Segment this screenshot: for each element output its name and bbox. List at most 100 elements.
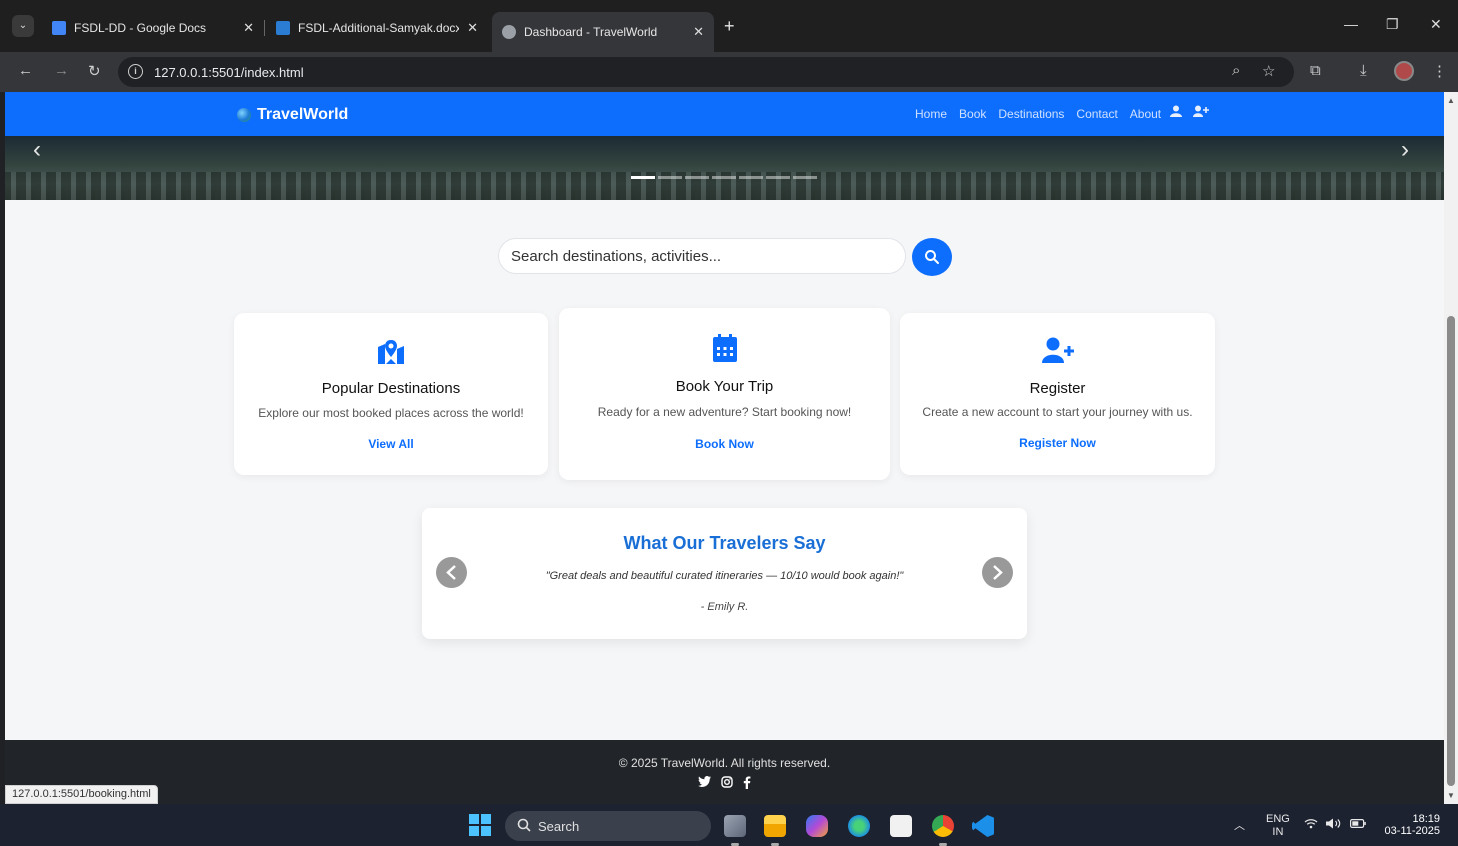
tray-overflow-chevron-icon[interactable]: ︿: [1234, 817, 1245, 833]
microsoft-store-icon[interactable]: [890, 815, 912, 837]
system-clock[interactable]: 18:19 03-11-2025: [1380, 813, 1440, 837]
volume-icon[interactable]: [1326, 818, 1342, 832]
globe-icon: [502, 25, 516, 39]
file-explorer-icon[interactable]: [764, 815, 786, 846]
carousel-indicator[interactable]: [712, 176, 736, 179]
battery-icon[interactable]: [1350, 819, 1366, 831]
bookmark-star-icon[interactable]: ☆: [1262, 62, 1275, 80]
carousel-indicator[interactable]: [739, 176, 763, 179]
search-input[interactable]: [498, 238, 906, 274]
forward-arrow-icon[interactable]: →: [54, 62, 69, 79]
page-scrollbar[interactable]: ▲ ▼: [1444, 92, 1458, 804]
new-tab-button[interactable]: +: [724, 16, 735, 37]
browser-tab-bar: ⌄ FSDL-DD - Google Docs ✕ FSDL-Additiona…: [0, 0, 1458, 52]
tab-label: Dashboard - TravelWorld: [524, 25, 658, 39]
menu-kebab-icon[interactable]: ⋮: [1432, 62, 1447, 80]
extensions-icon[interactable]: ⧉: [1310, 62, 1321, 79]
close-icon[interactable]: ✕: [243, 20, 254, 36]
window-close-icon[interactable]: ✕: [1430, 16, 1442, 33]
card-title: Register: [1029, 380, 1086, 397]
tab-search-button[interactable]: ⌄: [12, 15, 34, 37]
card-popular-destinations: Popular Destinations Explore our most bo…: [234, 313, 548, 475]
tab-label: FSDL-Additional-Samyak.docx: [298, 21, 460, 35]
scroll-up-arrow-icon[interactable]: ▲: [1447, 96, 1455, 105]
download-icon[interactable]: ⤓: [1360, 62, 1367, 79]
status-bar-url: 127.0.0.1:5501/booking.html: [5, 785, 158, 804]
instagram-icon[interactable]: [721, 776, 733, 792]
task-view-icon[interactable]: [724, 815, 746, 846]
facebook-icon[interactable]: [743, 776, 751, 792]
carousel-next-icon[interactable]: ›: [1401, 136, 1409, 164]
nav-contact[interactable]: Contact: [1076, 107, 1117, 121]
carousel-indicator[interactable]: [766, 176, 790, 179]
reload-icon[interactable]: ↻: [88, 62, 101, 80]
nav-home[interactable]: Home: [915, 107, 947, 121]
zoom-icon[interactable]: ⌕: [1232, 62, 1240, 79]
carousel-indicators: [631, 176, 817, 179]
carousel-indicator[interactable]: [685, 176, 709, 179]
site-info-icon[interactable]: i: [128, 64, 143, 79]
nav-destinations[interactable]: Destinations: [998, 107, 1064, 121]
user-plus-icon[interactable]: [1193, 105, 1209, 120]
edge-icon[interactable]: [848, 815, 870, 837]
card-book-your-trip: Book Your Trip Ready for a new adventure…: [559, 308, 890, 480]
taskbar-search[interactable]: Search: [505, 811, 711, 841]
tab-word-doc[interactable]: FSDL-Additional-Samyak.docx ✕: [266, 12, 488, 44]
close-icon[interactable]: ✕: [467, 20, 478, 36]
chevron-right-icon: [993, 565, 1003, 580]
nav-links: Home Book Destinations Contact About: [915, 107, 1161, 121]
site-navbar: TravelWorld Home Book Destinations Conta…: [5, 92, 1444, 136]
card-title: Book Your Trip: [675, 378, 774, 395]
brand-logo[interactable]: TravelWorld: [237, 106, 348, 124]
url-text[interactable]: 127.0.0.1:5501/index.html: [154, 65, 304, 80]
language-indicator[interactable]: ENG IN: [1266, 813, 1290, 839]
card-register: Register Create a new account to start y…: [900, 313, 1215, 475]
search-button[interactable]: [912, 238, 952, 276]
card-text: Ready for a new adventure? Start booking…: [597, 405, 852, 419]
back-arrow-icon[interactable]: ←: [18, 62, 33, 79]
user-icon[interactable]: [1170, 105, 1182, 120]
nav-book[interactable]: Book: [959, 107, 986, 121]
carousel-indicator[interactable]: [631, 176, 655, 179]
testimonial-quote: "Great deals and beautiful curated itine…: [545, 570, 904, 582]
clock-date: 03-11-2025: [1384, 825, 1440, 837]
minimize-icon[interactable]: —: [1344, 16, 1358, 32]
close-icon[interactable]: ✕: [693, 24, 704, 40]
tab-label: FSDL-DD - Google Docs: [74, 21, 207, 35]
carousel-indicator[interactable]: [658, 176, 682, 179]
nav-about[interactable]: About: [1130, 107, 1161, 121]
book-now-link[interactable]: Book Now: [559, 437, 890, 451]
language-region: IN: [1272, 826, 1284, 838]
search-icon: [925, 250, 939, 264]
language-code: ENG: [1266, 813, 1290, 825]
clock-time: 18:19: [1412, 813, 1440, 825]
card-text: Explore our most booked places across th…: [258, 406, 524, 420]
google-docs-icon: [52, 21, 66, 35]
windows-start-icon[interactable]: [469, 814, 491, 836]
carousel-indicator[interactable]: [793, 176, 817, 179]
site-footer: © 2025 TravelWorld. All rights reserved.: [5, 740, 1444, 804]
brand-name: TravelWorld: [257, 106, 349, 123]
carousel-prev-icon[interactable]: ‹: [33, 136, 41, 164]
copilot-icon[interactable]: [806, 815, 828, 837]
social-links: [5, 776, 1444, 792]
testimonial-next-button[interactable]: [982, 557, 1013, 588]
vscode-icon[interactable]: [972, 815, 994, 837]
scroll-down-arrow-icon[interactable]: ▼: [1447, 791, 1455, 800]
tab-separator: [264, 20, 265, 36]
profile-avatar[interactable]: [1394, 61, 1414, 81]
taskbar-search-label: Search: [538, 819, 580, 834]
tab-google-docs[interactable]: FSDL-DD - Google Docs ✕: [42, 12, 264, 44]
address-bar[interactable]: i 127.0.0.1:5501/index.html: [118, 57, 1294, 87]
wifi-icon[interactable]: [1304, 818, 1318, 832]
browser-toolbar: ← → ↻ i 127.0.0.1:5501/index.html ⌕ ☆ ⧉ …: [0, 52, 1458, 92]
restore-icon[interactable]: ❐: [1386, 16, 1399, 33]
search-icon: [517, 818, 531, 835]
twitter-icon[interactable]: [698, 776, 711, 792]
chrome-icon[interactable]: [932, 815, 954, 846]
tab-dashboard[interactable]: Dashboard - TravelWorld ✕: [492, 12, 714, 52]
register-now-link[interactable]: Register Now: [900, 436, 1215, 450]
view-all-link[interactable]: View All: [234, 437, 548, 451]
card-title: Popular Destinations: [321, 380, 461, 397]
scroll-thumb[interactable]: [1447, 316, 1455, 786]
